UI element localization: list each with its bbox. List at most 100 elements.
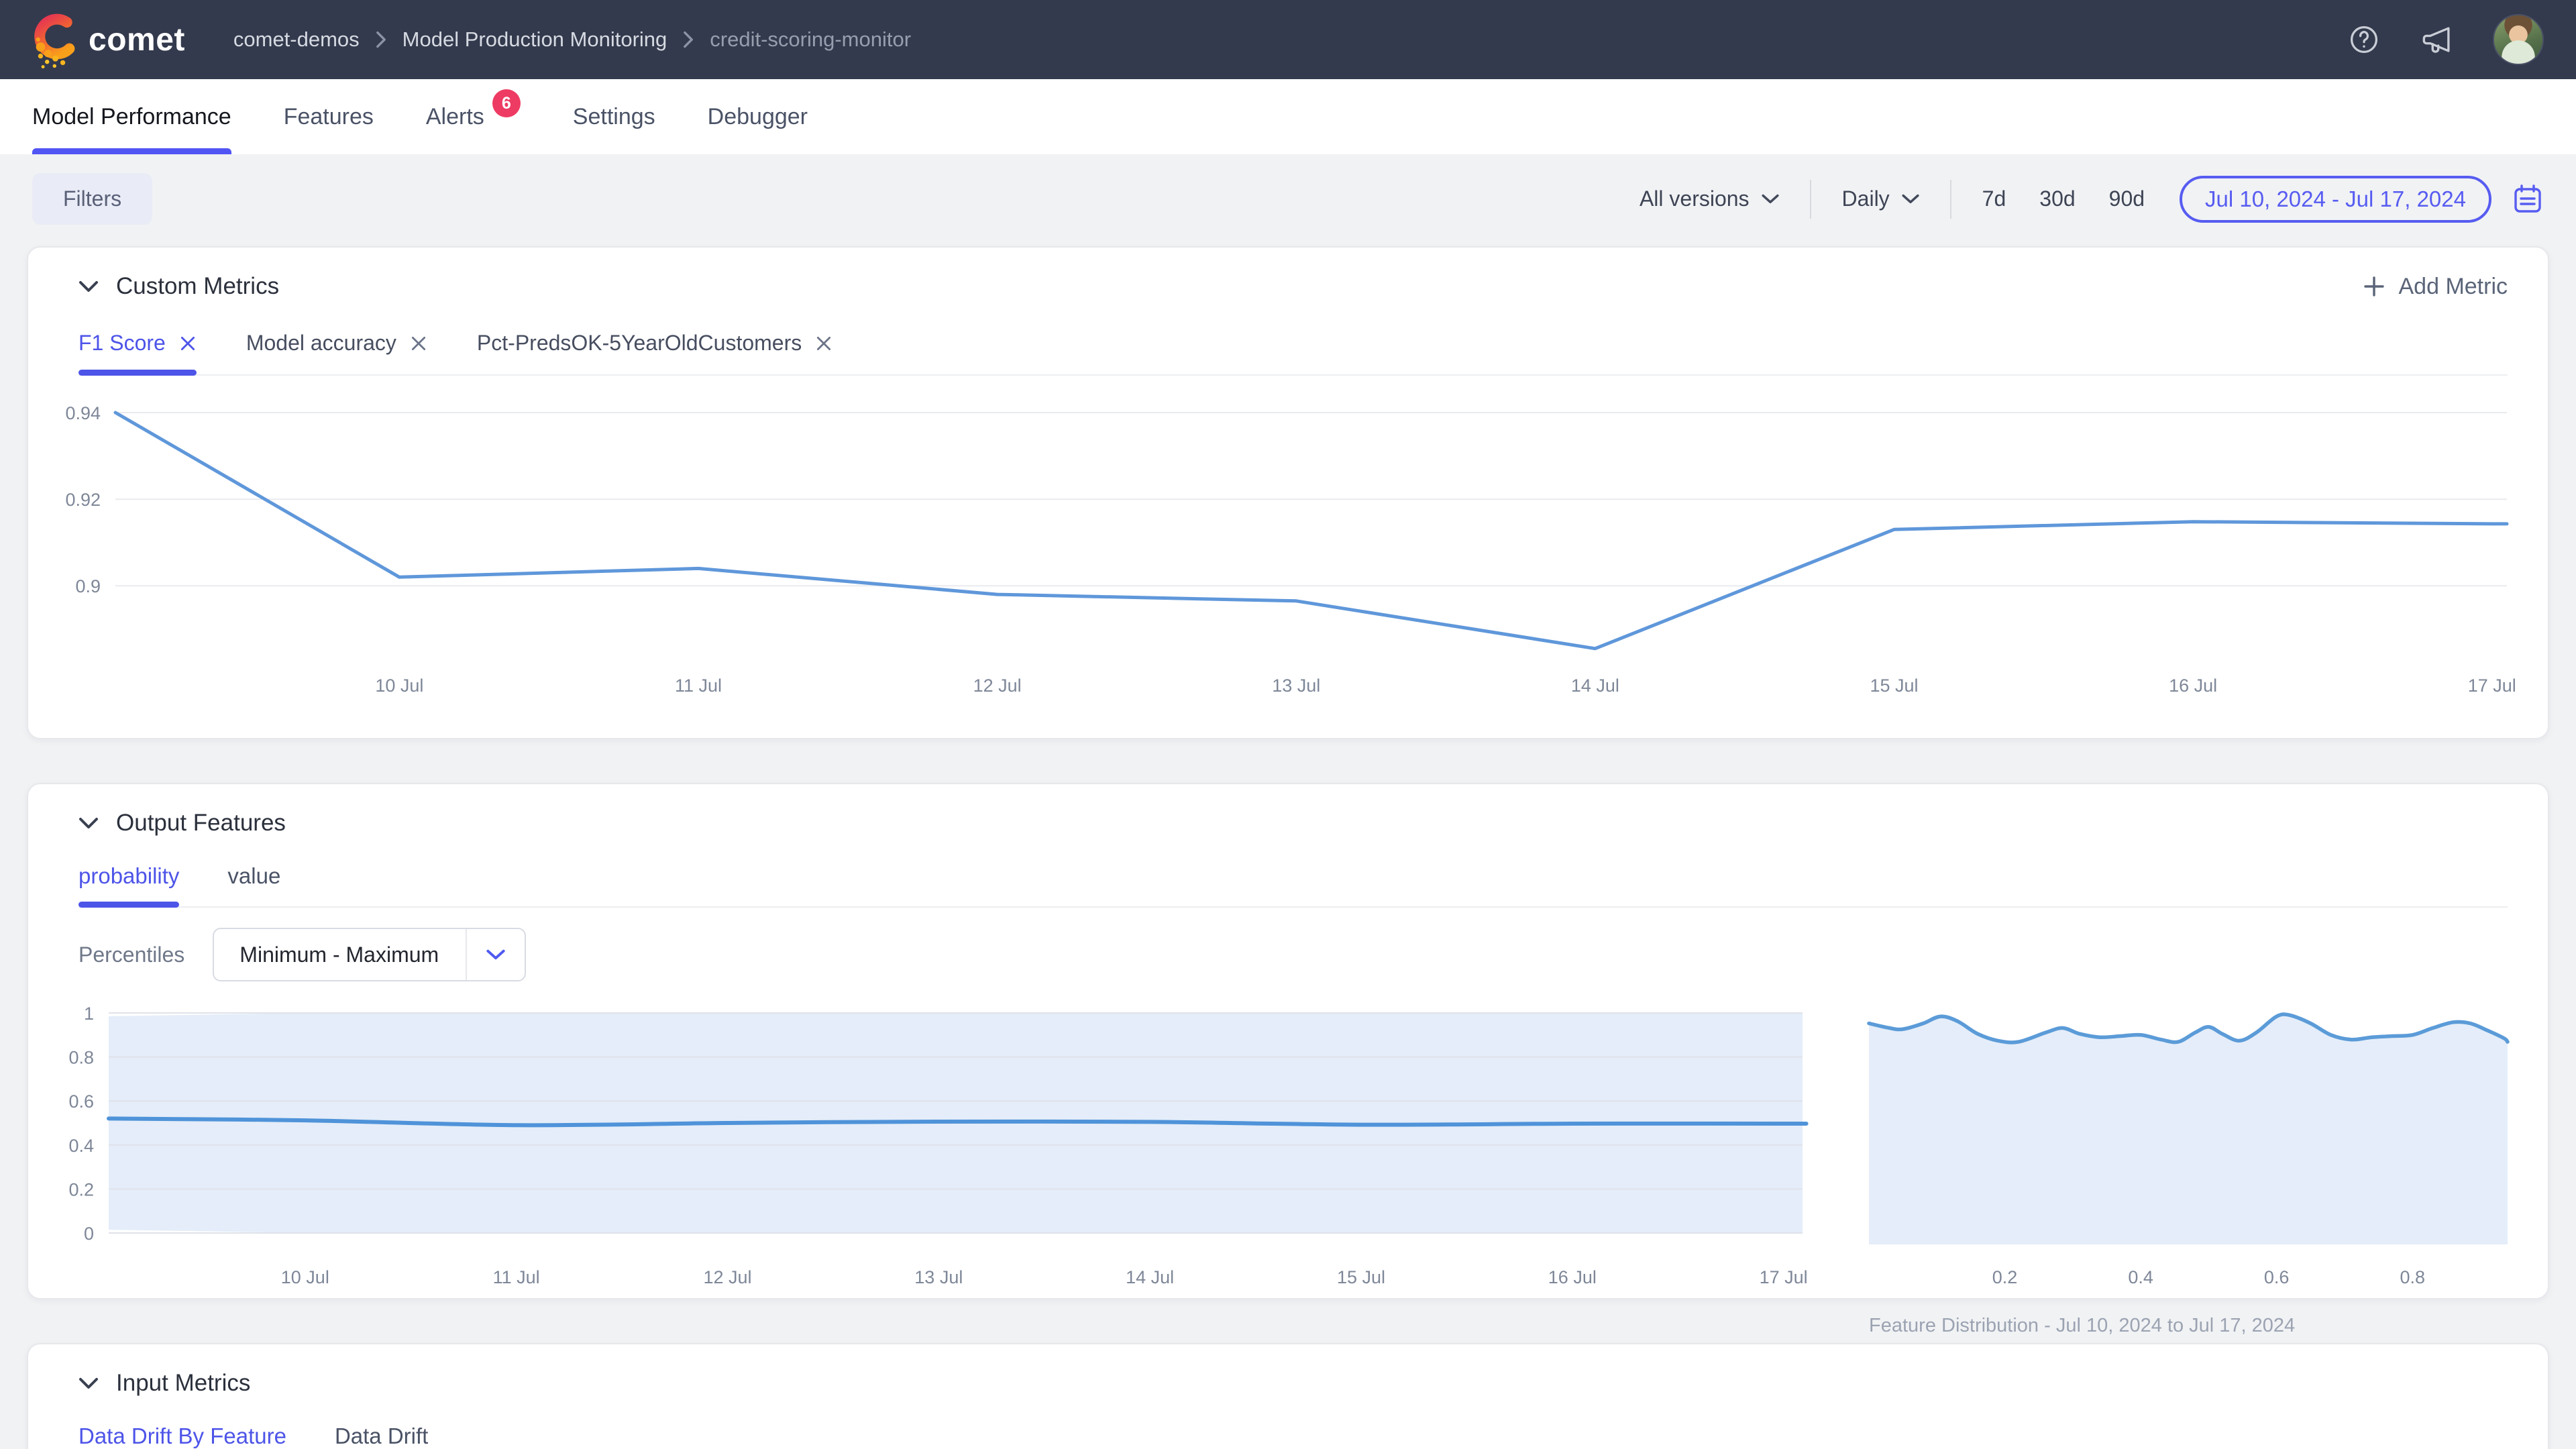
svg-text:12 Jul: 12 Jul (973, 676, 1022, 696)
calendar-icon[interactable] (2512, 183, 2544, 215)
alerts-count-badge: 6 (492, 89, 521, 117)
chevron-down-icon (78, 280, 99, 293)
chevron-down-icon (78, 1377, 99, 1390)
tab-label: Alerts (426, 104, 484, 130)
svg-text:17 Jul: 17 Jul (1760, 1267, 1808, 1287)
user-avatar[interactable] (2493, 14, 2544, 65)
tab-features[interactable]: Features (284, 79, 374, 154)
svg-text:10 Jul: 10 Jul (375, 676, 423, 696)
metric-tab-pct-predsok[interactable]: Pct-PredsOK-5YearOldCustomers (477, 331, 833, 374)
filters-button[interactable]: Filters (32, 173, 152, 225)
probability-minmax-area-chart[interactable]: 00.20.40.60.8110 Jul11 Jul12 Jul13 Jul14… (78, 996, 1803, 1305)
input-metrics-collapse[interactable]: Input Metrics (78, 1370, 250, 1397)
f1-score-line-chart[interactable]: 0.90.920.9410 Jul11 Jul12 Jul13 Jul14 Ju… (78, 392, 2510, 707)
interval-select[interactable]: Daily (1842, 186, 1919, 211)
feature-distribution-chart[interactable]: 0.2 0.4 0.6 0.8 (1869, 996, 2508, 1305)
percentiles-label: Percentiles (78, 943, 184, 967)
custom-metrics-collapse[interactable]: Custom Metrics (78, 273, 279, 300)
output-features-panel: Output Features probability value Percen… (27, 783, 2549, 1299)
interval-select-value: Daily (1842, 186, 1890, 211)
chevron-down-icon (1762, 194, 1779, 205)
percentiles-select[interactable]: Minimum - Maximum (213, 928, 526, 981)
chevron-right-icon (376, 31, 386, 48)
svg-text:0.92: 0.92 (65, 490, 101, 510)
svg-text:11 Jul: 11 Jul (675, 676, 722, 696)
svg-text:11 Jul: 11 Jul (493, 1267, 540, 1287)
svg-text:10 Jul: 10 Jul (281, 1267, 329, 1287)
tab-debugger[interactable]: Debugger (708, 79, 808, 154)
svg-text:0.6: 0.6 (2264, 1267, 2290, 1287)
comet-logo[interactable]: comet (32, 11, 185, 68)
breadcrumb-current: credit-scoring-monitor (710, 28, 911, 52)
divider (1810, 180, 1811, 219)
svg-text:0.6: 0.6 (68, 1091, 94, 1112)
metric-tabs: F1 Score Model accuracy Pct-PredsOK-5Yea… (78, 331, 2508, 376)
svg-text:1: 1 (84, 1004, 94, 1024)
distribution-caption: Feature Distribution - Jul 10, 2024 to J… (1869, 1315, 2508, 1337)
svg-text:0.94: 0.94 (65, 403, 101, 423)
output-feature-tabs: probability value (78, 863, 2508, 908)
svg-text:0.2: 0.2 (1992, 1267, 2018, 1287)
chevron-right-icon (683, 31, 694, 48)
breadcrumb: comet-demos Model Production Monitoring … (233, 28, 911, 52)
plus-icon (2363, 275, 2385, 298)
breadcrumb-model[interactable]: Model Production Monitoring (402, 28, 667, 52)
input-metrics-panel: Input Metrics Data Drift By Feature Data… (27, 1343, 2549, 1449)
add-metric-label: Add Metric (2399, 274, 2508, 300)
top-nav: comet comet-demos Model Production Monit… (0, 0, 2576, 79)
section-title: Output Features (116, 810, 286, 837)
close-icon[interactable] (410, 335, 427, 352)
svg-text:15 Jul: 15 Jul (1870, 676, 1918, 696)
versions-select[interactable]: All versions (1640, 186, 1779, 211)
versions-select-value: All versions (1640, 186, 1750, 211)
tab-data-drift-by-feature[interactable]: Data Drift By Feature (78, 1424, 286, 1449)
svg-text:0.4: 0.4 (68, 1136, 94, 1156)
svg-text:17 Jul: 17 Jul (2468, 676, 2516, 696)
svg-text:16 Jul: 16 Jul (1548, 1267, 1597, 1287)
tab-model-performance[interactable]: Model Performance (32, 79, 231, 154)
tab-settings[interactable]: Settings (573, 79, 655, 154)
svg-text:0.2: 0.2 (68, 1179, 94, 1199)
feature-tab-value[interactable]: value (227, 863, 280, 906)
metric-tab-label: F1 Score (78, 331, 166, 356)
svg-text:14 Jul: 14 Jul (1571, 676, 1619, 696)
tab-label: Settings (573, 104, 655, 130)
section-title: Input Metrics (116, 1370, 250, 1397)
range-30d-button[interactable]: 30d (2039, 186, 2075, 211)
tab-data-drift[interactable]: Data Drift (335, 1424, 428, 1449)
svg-text:0.4: 0.4 (2128, 1267, 2153, 1287)
svg-text:16 Jul: 16 Jul (2169, 676, 2217, 696)
breadcrumb-workspace[interactable]: comet-demos (233, 28, 360, 52)
section-title: Custom Metrics (116, 273, 279, 300)
close-icon[interactable] (179, 335, 197, 352)
chevron-down-icon (78, 817, 99, 830)
date-range-button[interactable]: Jul 10, 2024 - Jul 17, 2024 (2180, 176, 2491, 223)
svg-text:15 Jul: 15 Jul (1337, 1267, 1385, 1287)
svg-text:0: 0 (84, 1224, 94, 1244)
divider (1950, 180, 1951, 219)
svg-text:13 Jul: 13 Jul (914, 1267, 963, 1287)
feature-tab-probability[interactable]: probability (78, 863, 179, 906)
metric-tab-f1-score[interactable]: F1 Score (78, 331, 197, 374)
svg-text:0.8: 0.8 (2400, 1267, 2425, 1287)
metric-tab-label: Pct-PredsOK-5YearOldCustomers (477, 331, 802, 356)
output-features-collapse[interactable]: Output Features (78, 810, 286, 837)
filters-toolbar: Filters All versions Daily 7d 30d 90d Ju… (0, 154, 2576, 239)
close-icon[interactable] (815, 335, 833, 352)
svg-text:0.8: 0.8 (68, 1048, 94, 1068)
chevron-down-icon (466, 929, 525, 980)
svg-text:12 Jul: 12 Jul (703, 1267, 751, 1287)
announcements-megaphone-icon[interactable] (2419, 21, 2455, 58)
range-90d-button[interactable]: 90d (2109, 186, 2145, 211)
tab-label: Features (284, 104, 374, 130)
tab-alerts[interactable]: Alerts 6 (426, 79, 521, 154)
range-7d-button[interactable]: 7d (1982, 186, 2006, 211)
help-icon[interactable] (2347, 22, 2381, 57)
svg-text:0.9: 0.9 (75, 576, 101, 596)
custom-metrics-panel: Custom Metrics Add Metric F1 Score Model… (27, 246, 2549, 739)
tab-label: Model Performance (32, 104, 231, 130)
percentiles-select-value: Minimum - Maximum (239, 943, 439, 967)
add-metric-button[interactable]: Add Metric (2363, 274, 2508, 300)
main-tabbar: Model Performance Features Alerts 6 Sett… (0, 79, 2576, 154)
metric-tab-model-accuracy[interactable]: Model accuracy (246, 331, 427, 374)
